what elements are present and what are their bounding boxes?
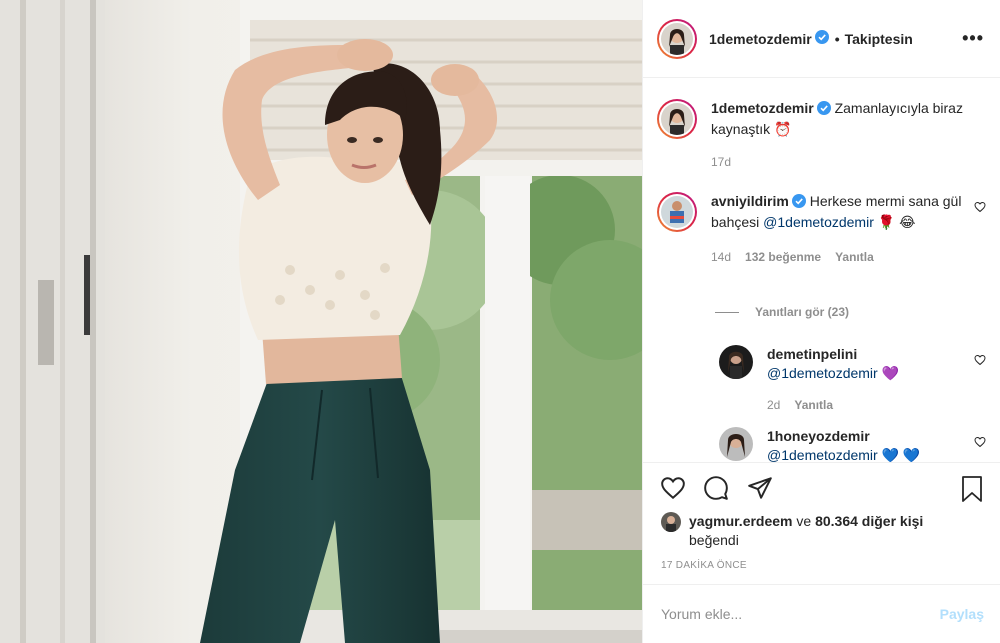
commenter-username[interactable]: avniyildirim xyxy=(711,193,789,209)
share-icon[interactable] xyxy=(747,475,773,504)
bookmark-icon[interactable] xyxy=(960,475,984,506)
commenter-avatar[interactable] xyxy=(657,192,697,232)
post-side-panel: 1demetozdemir • Takiptesin ••• 1demetozd… xyxy=(642,0,1000,643)
reply-mention-link[interactable]: @1demetozdemir xyxy=(767,447,878,462)
reply-like-heart-icon[interactable] xyxy=(974,353,986,369)
verified-icon xyxy=(816,101,831,120)
comment-item: avniyildirim Herkese mermi sana gül bahç… xyxy=(657,192,986,267)
post-time-ago[interactable]: 17 DAKİKA ÖNCE xyxy=(661,560,747,571)
reply-item: demetinpelini @1demetozdemir 💜 2d Yanıtl… xyxy=(719,345,986,415)
reply-emoji: 💙 💙 xyxy=(877,447,921,462)
likes-suffix: beğendi xyxy=(689,532,739,548)
comment-like-heart-icon[interactable] xyxy=(974,200,986,216)
add-comment-bar: Paylaş xyxy=(643,584,1000,643)
reply-item: 1honeyozdemir @1demetozdemir 💙 💙 xyxy=(719,427,986,462)
post-actions: yagmur.erdeem ve 80.364 diğer kişi beğen… xyxy=(643,462,1000,584)
likes-count-button[interactable]: 80.364 diğer kişi xyxy=(815,513,923,529)
comment-input[interactable] xyxy=(661,606,940,622)
reply-button[interactable]: Yanıtla xyxy=(794,396,833,415)
post-comment-button[interactable]: Paylaş xyxy=(940,606,984,622)
more-options-button[interactable]: ••• xyxy=(962,28,984,49)
reply-mention-link[interactable]: @1demetozdemir xyxy=(767,365,878,381)
reply-time[interactable]: 2d xyxy=(767,396,780,415)
reply-username[interactable]: 1honeyozdemir xyxy=(767,428,870,444)
post-photo-image xyxy=(0,0,642,643)
comment-mention-link[interactable]: @1demetozdemir xyxy=(763,214,874,230)
post-photo[interactable] xyxy=(0,0,642,643)
caption-avatar[interactable] xyxy=(657,99,697,139)
liker-username[interactable]: yagmur.erdeem xyxy=(689,513,793,529)
caption-username[interactable]: 1demetozdemir xyxy=(711,100,814,116)
view-replies-label: Yanıtları gör (23) xyxy=(755,305,850,319)
comment-likes-count[interactable]: 132 beğenme xyxy=(745,248,821,267)
comment-icon[interactable] xyxy=(703,475,729,504)
comment-emoji: 🌹 😂 xyxy=(873,214,916,230)
author-username[interactable]: 1demetozdemir xyxy=(709,31,812,47)
comments-list[interactable]: 1demetozdemir Zamanlayıcıyla biraz kayna… xyxy=(643,79,1000,462)
reply-button[interactable]: Yanıtla xyxy=(835,248,874,267)
header-separator: • xyxy=(834,30,840,47)
caption-time[interactable]: 17d xyxy=(711,153,731,172)
post-header: 1demetozdemir • Takiptesin ••• xyxy=(643,0,1000,78)
likes-connector: ve xyxy=(792,513,816,529)
reply-avatar[interactable] xyxy=(719,345,753,379)
liker-avatar[interactable] xyxy=(661,512,681,532)
reply-username[interactable]: demetinpelini xyxy=(767,346,857,362)
view-replies-button[interactable]: Yanıtları gör (23) xyxy=(715,305,849,319)
replies-divider xyxy=(715,311,739,313)
verified-icon xyxy=(791,194,806,213)
likes-summary: yagmur.erdeem ve 80.364 diğer kişi beğen… xyxy=(661,512,984,550)
reply-like-heart-icon[interactable] xyxy=(974,435,986,451)
reply-avatar[interactable] xyxy=(719,427,753,461)
author-avatar[interactable] xyxy=(657,18,697,59)
comment-time[interactable]: 14d xyxy=(711,248,731,267)
like-heart-icon[interactable] xyxy=(659,475,687,504)
verified-icon xyxy=(814,30,829,47)
following-button[interactable]: Takiptesin xyxy=(845,31,913,47)
caption: 1demetozdemir Zamanlayıcıyla biraz kayna… xyxy=(657,99,986,172)
reply-emoji: 💜 xyxy=(877,365,900,381)
